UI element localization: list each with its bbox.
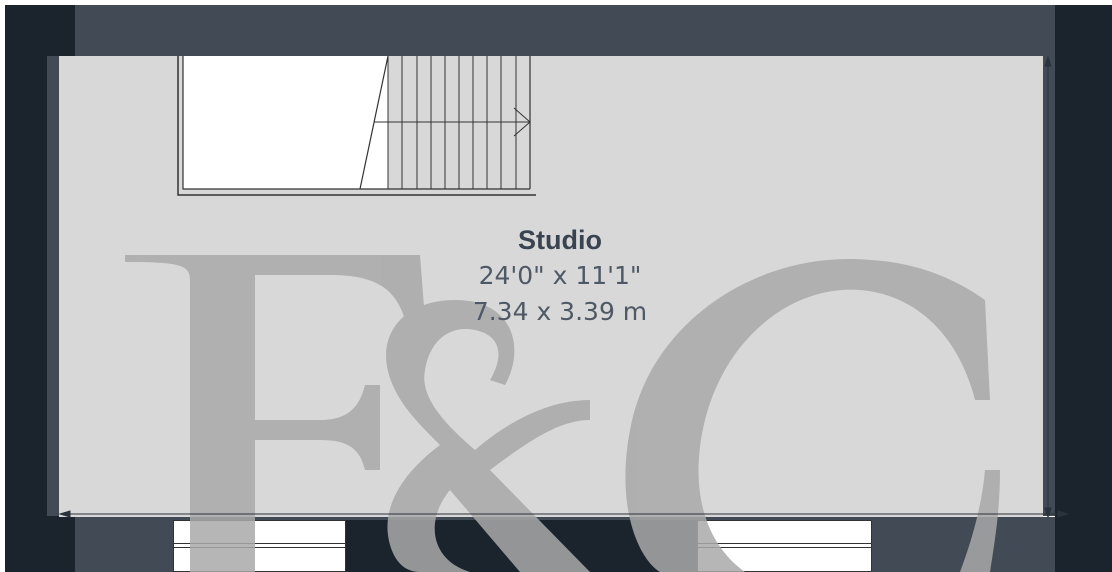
room-dimensions-imperial: 24'0" x 11'1" bbox=[478, 261, 642, 290]
room-dimensions-metric: 7.34 x 3.39 m bbox=[472, 297, 648, 326]
room-name: Studio bbox=[518, 225, 602, 255]
floor-plan: Studio 24'0" x 11'1" 7.34 x 3.39 m bbox=[0, 0, 1112, 572]
room-label: Studio 24'0" x 11'1" 7.34 x 3.39 m bbox=[410, 222, 710, 330]
